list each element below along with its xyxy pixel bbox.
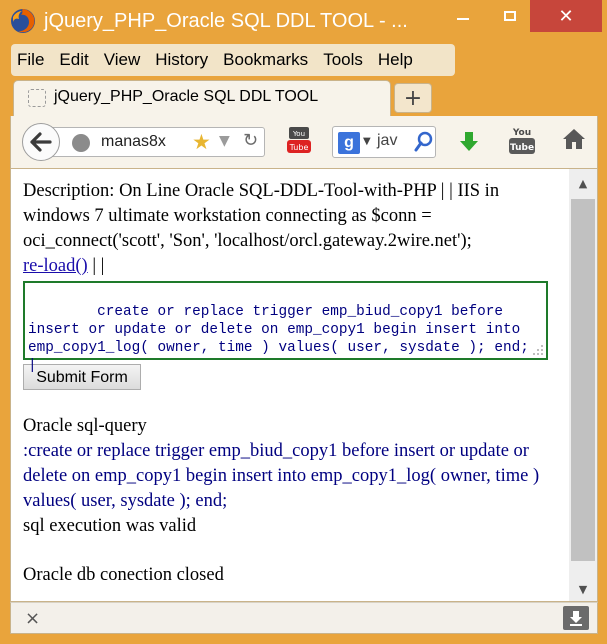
- reload-icon[interactable]: ↻: [243, 130, 258, 151]
- query-heading: Oracle sql-query: [23, 416, 147, 436]
- download-icon[interactable]: [457, 130, 481, 154]
- exec-status: sql execution was valid: [23, 516, 197, 536]
- scroll-down-icon[interactable]: ▼: [569, 575, 597, 601]
- chevron-down-icon[interactable]: ▼: [363, 136, 371, 147]
- page-favicon-icon: [28, 89, 46, 107]
- menu-tools[interactable]: Tools: [323, 50, 363, 70]
- vertical-scrollbar[interactable]: ▲ ▼: [569, 169, 597, 601]
- search-input[interactable]: jav: [377, 132, 397, 150]
- reload-link[interactable]: re-load(): [23, 256, 88, 276]
- close-window-button[interactable]: ✕: [530, 0, 602, 32]
- url-bar[interactable]: manas8x ★ ▼ ↻: [45, 127, 265, 157]
- menu-view[interactable]: View: [104, 50, 141, 70]
- description-text: Description: On Line Oracle SQL-DDL-Tool…: [23, 181, 500, 251]
- globe-icon: [72, 134, 90, 152]
- window-title: jQuery_PHP_Oracle SQL DDL TOOL - ...: [44, 10, 408, 32]
- menu-edit[interactable]: Edit: [59, 50, 88, 70]
- menu-history[interactable]: History: [155, 50, 208, 70]
- maximize-icon: [504, 11, 516, 21]
- maximize-button[interactable]: [494, 0, 526, 32]
- minimize-icon: [457, 18, 469, 20]
- svg-text:You: You: [292, 130, 305, 138]
- menu-bar: File Edit View History Bookmarks Tools H…: [11, 44, 455, 76]
- sql-textarea[interactable]: create or replace trigger emp_biud_copy1…: [23, 281, 548, 374]
- svg-text:Tube: Tube: [510, 143, 534, 153]
- chevron-down-icon[interactable]: ▼: [219, 133, 230, 149]
- youtube-icon[interactable]: You Tube: [508, 124, 536, 158]
- reload-separator: | |: [92, 256, 105, 276]
- close-icon: ✕: [558, 5, 574, 27]
- add-on-bar: ×: [10, 602, 598, 634]
- youtube-icon[interactable]: You Tube: [286, 126, 312, 156]
- page-viewport: Description: On Line Oracle SQL-DDL-Tool…: [10, 168, 598, 602]
- firefox-logo: [11, 9, 35, 33]
- close-icon[interactable]: ×: [25, 608, 40, 629]
- query-echo: :create or replace trigger emp_biud_copy…: [23, 441, 540, 511]
- google-icon[interactable]: g: [338, 132, 360, 154]
- page-body: Description: On Line Oracle SQL-DDL-Tool…: [23, 179, 551, 588]
- browser-window: jQuery_PHP_Oracle SQL DDL TOOL - ... ✕ F…: [0, 0, 607, 644]
- search-bar[interactable]: g ▼ jav: [332, 126, 436, 158]
- back-arrow-icon: [30, 132, 52, 152]
- nav-toolbar: manas8x ★ ▼ ↻ You Tube g ▼ jav You Tube: [10, 116, 598, 168]
- svg-text:You: You: [512, 128, 531, 138]
- new-tab-button[interactable]: +: [394, 83, 432, 113]
- scrollbar-thumb[interactable]: [571, 199, 595, 561]
- home-icon[interactable]: [562, 128, 586, 150]
- title-bar: jQuery_PHP_Oracle SQL DDL TOOL - ... ✕: [0, 0, 607, 42]
- menu-help[interactable]: Help: [378, 50, 413, 70]
- connection-status: Oracle db conection closed: [23, 565, 224, 585]
- tab-label: jQuery_PHP_Oracle SQL DDL TOOL: [54, 88, 319, 105]
- search-icon[interactable]: [414, 131, 434, 153]
- resize-grip-icon[interactable]: [532, 344, 544, 356]
- minimize-button[interactable]: [448, 0, 478, 32]
- reload-row: re-load() | |: [23, 254, 551, 279]
- menu-bookmarks[interactable]: Bookmarks: [223, 50, 308, 70]
- back-button[interactable]: [22, 123, 60, 161]
- download-arrow-icon: [570, 611, 582, 626]
- scroll-up-icon[interactable]: ▲: [569, 169, 597, 197]
- tab-active[interactable]: jQuery_PHP_Oracle SQL DDL TOOL: [13, 80, 391, 116]
- url-text: manas8x: [101, 133, 166, 150]
- downloads-button-icon[interactable]: [563, 606, 589, 630]
- menu-file[interactable]: File: [17, 50, 44, 70]
- svg-text:Tube: Tube: [289, 143, 309, 152]
- star-icon[interactable]: ★: [192, 130, 211, 154]
